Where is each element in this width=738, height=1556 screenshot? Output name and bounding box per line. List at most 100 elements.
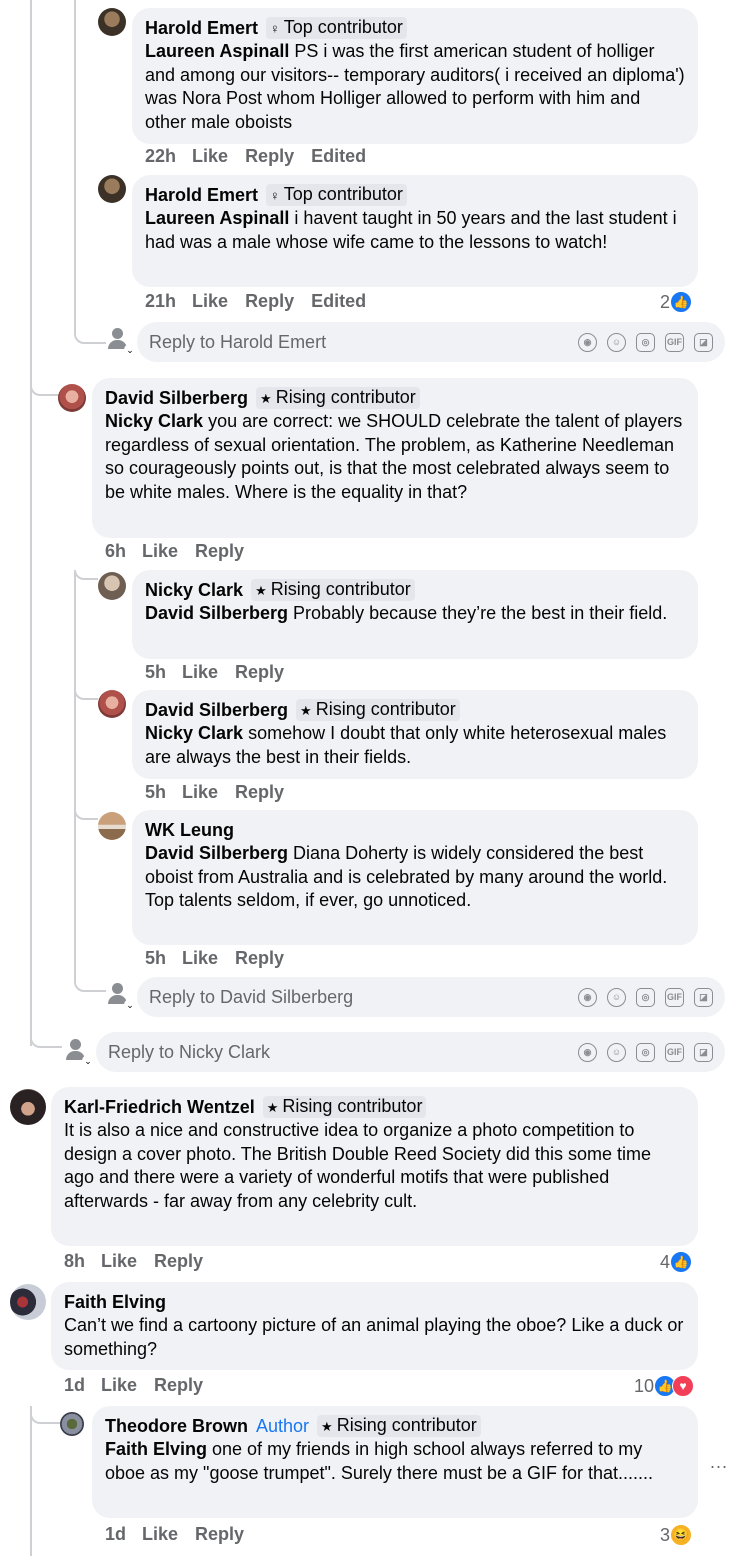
comment-text: Nicky Clark somehow I doubt that only wh… <box>145 723 667 767</box>
avatar-sticker-icon[interactable]: ◉ <box>578 987 597 1007</box>
rising-contributor-badge[interactable]: ★ Rising contributor <box>262 1096 427 1118</box>
timestamp[interactable]: 8h <box>64 1251 85 1271</box>
camera-icon[interactable]: ◎ <box>636 987 655 1007</box>
comment-actions: 1d Like Reply <box>105 1524 261 1545</box>
mention-link[interactable]: Nicky Clark <box>145 723 243 743</box>
avatar[interactable] <box>10 1284 46 1320</box>
love-reaction-icon: ♥ <box>672 1375 695 1397</box>
edited-label: Edited <box>311 291 367 311</box>
comment-actions: 1d Like Reply <box>64 1375 220 1396</box>
reply-button[interactable]: Reply <box>154 1251 203 1271</box>
sticker-icon[interactable]: ◪ <box>694 332 713 352</box>
like-button[interactable]: Like <box>182 782 218 802</box>
mention-link[interactable]: Faith Elving <box>105 1439 207 1459</box>
rising-contributor-badge[interactable]: ★ Rising contributor <box>251 579 415 601</box>
timestamp[interactable]: 1d <box>64 1375 85 1395</box>
timestamp[interactable]: 6h <box>105 541 126 561</box>
sticker-icon[interactable]: ◪ <box>694 987 713 1007</box>
like-button[interactable]: Like <box>182 948 218 968</box>
avatar-sticker-icon[interactable]: ◉ <box>578 332 597 352</box>
rising-contributor-badge[interactable]: ★ Rising contributor <box>256 387 420 409</box>
rising-contributor-badge[interactable]: ★ Rising contributor <box>317 1415 481 1437</box>
reaction-count[interactable]: 3 😆 <box>660 1524 693 1546</box>
timestamp[interactable]: 5h <box>145 782 166 802</box>
mention-link[interactable]: David Silberberg <box>145 843 288 863</box>
like-button[interactable]: Like <box>101 1375 137 1395</box>
avatar[interactable] <box>10 1089 46 1125</box>
timestamp[interactable]: 5h <box>145 662 166 682</box>
reply-input[interactable]: Reply to David Silberberg ◉ ☺ ◎ GIF ◪ <box>137 977 725 1017</box>
avatar[interactable] <box>98 690 126 718</box>
author-name[interactable]: Harold Emert <box>145 18 258 38</box>
author-name[interactable]: David Silberberg <box>145 700 288 720</box>
emoji-icon[interactable]: ☺ <box>607 332 626 352</box>
thread-connector <box>30 378 62 396</box>
current-user-avatar[interactable]: ⌄ <box>106 326 136 356</box>
comment-bubble: Faith Elving Can’t we find a cartoony pi… <box>51 1282 698 1370</box>
author-name[interactable]: Harold Emert <box>145 185 258 205</box>
reply-input[interactable]: Reply to Harold Emert ◉ ☺ ◎ GIF ◪ <box>137 322 725 362</box>
reply-button[interactable]: Reply <box>154 1375 203 1395</box>
avatar[interactable] <box>98 175 126 203</box>
top-contributor-badge[interactable]: ♀ Top contributor <box>266 184 407 206</box>
avatar[interactable] <box>98 812 126 840</box>
reaction-count[interactable]: 10 👍 ♥ <box>634 1375 695 1397</box>
avatar[interactable] <box>98 572 126 600</box>
gif-icon[interactable]: GIF <box>665 332 684 352</box>
comment-actions: 5h Like Reply <box>145 948 301 969</box>
emoji-icon[interactable]: ☺ <box>607 987 626 1007</box>
like-button[interactable]: Like <box>142 1524 178 1544</box>
reply-button[interactable]: Reply <box>245 146 294 166</box>
reply-button[interactable]: Reply <box>195 541 244 561</box>
reply-input[interactable]: Reply to Nicky Clark ◉ ☺ ◎ GIF ◪ <box>96 1032 725 1072</box>
thread-connector <box>74 570 98 580</box>
current-user-avatar[interactable]: ⌄ <box>64 1037 94 1067</box>
camera-icon[interactable]: ◎ <box>636 332 655 352</box>
rising-contributor-badge[interactable]: ★ Rising contributor <box>296 699 460 721</box>
camera-icon[interactable]: ◎ <box>636 1042 655 1062</box>
reply-button[interactable]: Reply <box>195 1524 244 1544</box>
avatar[interactable] <box>60 1412 84 1436</box>
top-contributor-badge[interactable]: ♀ Top contributor <box>266 17 407 39</box>
like-button[interactable]: Like <box>182 662 218 682</box>
reply-button[interactable]: Reply <box>235 782 284 802</box>
comment-bubble: David Silberberg ★ Rising contributor Nick… <box>92 378 698 538</box>
gif-icon[interactable]: GIF <box>665 987 684 1007</box>
star-icon: ★ <box>300 703 312 718</box>
gif-icon[interactable]: GIF <box>665 1042 684 1062</box>
reaction-count[interactable]: 4 👍 <box>660 1251 693 1273</box>
author-name[interactable]: WK Leung <box>145 820 234 840</box>
avatar[interactable] <box>98 8 126 36</box>
timestamp[interactable]: 1d <box>105 1524 126 1544</box>
sticker-icon[interactable]: ◪ <box>694 1042 713 1062</box>
author-name[interactable]: David Silberberg <box>105 388 248 408</box>
like-button[interactable]: Like <box>192 146 228 166</box>
mention-link[interactable]: David Silberberg <box>145 603 288 623</box>
timestamp[interactable]: 5h <box>145 948 166 968</box>
comment-bubble: Harold Emert ♀ Top contributor Laureen Asp… <box>132 8 698 144</box>
comment-actions: 8h Like Reply <box>64 1251 220 1272</box>
more-options-button[interactable]: ... <box>710 1452 728 1473</box>
like-button[interactable]: Like <box>192 291 228 311</box>
like-button[interactable]: Like <box>142 541 178 561</box>
reply-button[interactable]: Reply <box>245 291 294 311</box>
chevron-down-icon: ⌄ <box>124 344 136 356</box>
current-user-avatar[interactable]: ⌄ <box>106 981 136 1011</box>
author-name[interactable]: Nicky Clark <box>145 580 243 600</box>
reply-button[interactable]: Reply <box>235 662 284 682</box>
mention-link[interactable]: Laureen Aspinall <box>145 41 289 61</box>
author-name[interactable]: Theodore Brown <box>105 1416 248 1436</box>
reaction-count[interactable]: 2 👍 <box>660 291 693 313</box>
mention-link[interactable]: Nicky Clark <box>105 411 203 431</box>
reply-button[interactable]: Reply <box>235 948 284 968</box>
author-name[interactable]: Karl-Friedrich Wentzel <box>64 1097 255 1117</box>
timestamp[interactable]: 21h <box>145 291 176 311</box>
avatar[interactable] <box>58 384 86 412</box>
composer-tools: ◉ ☺ ◎ GIF ◪ <box>578 332 713 352</box>
like-button[interactable]: Like <box>101 1251 137 1271</box>
emoji-icon[interactable]: ☺ <box>607 1042 626 1062</box>
mention-link[interactable]: Laureen Aspinall <box>145 208 289 228</box>
avatar-sticker-icon[interactable]: ◉ <box>578 1042 597 1062</box>
timestamp[interactable]: 22h <box>145 146 176 166</box>
author-name[interactable]: Faith Elving <box>64 1292 166 1312</box>
